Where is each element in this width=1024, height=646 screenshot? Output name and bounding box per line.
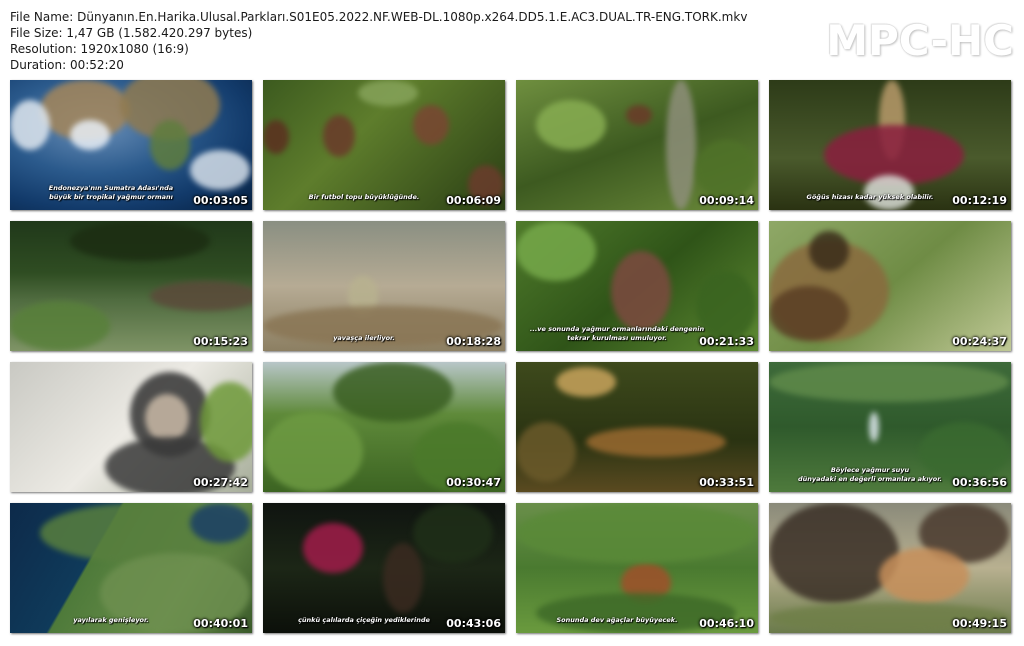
timestamp-label: 00:09:14 (699, 194, 754, 207)
timestamp-label: 00:33:51 (699, 476, 754, 489)
subtitle-text: Göğüs hizası kadar yüksek olabilir. (806, 193, 934, 201)
thumbnail-image (10, 362, 252, 492)
thumbnail-frame: Bir futbol topu büyüklüğünde. 00:06:09 (263, 80, 505, 210)
subtitle-text: Sonunda dev ağaçlar büyüyecek. (556, 616, 678, 624)
timestamp-label: 00:18:28 (446, 335, 501, 348)
thumbnail-frame: yavaşça ilerliyor. 00:18:28 (263, 221, 505, 351)
thumbnail-image (769, 221, 1011, 351)
thumbnail-grid: Endonezya'nın Sumatra Adası'nda büyük bi… (0, 0, 1024, 646)
timestamp-label: 00:49:15 (952, 617, 1007, 630)
thumbnail-image (516, 503, 758, 633)
thumbnail-frame: Sonunda dev ağaçlar büyüyecek. 00:46:10 (516, 503, 758, 633)
thumbnail-image (263, 80, 505, 210)
timestamp-label: 00:27:42 (193, 476, 248, 489)
timestamp-label: 00:15:23 (193, 335, 248, 348)
timestamp-label: 00:43:06 (446, 617, 501, 630)
thumbnail-frame: 00:33:51 (516, 362, 758, 492)
thumbnail-frame: Göğüs hizası kadar yüksek olabilir. 00:12… (769, 80, 1011, 210)
subtitle-text: Endonezya'nın Sumatra Adası'nda büyük bi… (48, 184, 174, 201)
timestamp-label: 00:03:05 (193, 194, 248, 207)
subtitle-text: çünkü çalılarda çiçeğin yediklerinde (298, 616, 430, 624)
subtitle-text: Böylece yağmur suyu dünyadaki en değerli… (797, 466, 943, 483)
thumbnail-frame: Böylece yağmur suyu dünyadaki en değerli… (769, 362, 1011, 492)
thumbnail-frame: 00:30:47 (263, 362, 505, 492)
subtitle-text: ...ve sonunda yağmur ormanlarındaki deng… (529, 325, 705, 342)
timestamp-label: 00:36:56 (952, 476, 1007, 489)
thumbnail-frame: yayılarak genişleyor. 00:40:01 (10, 503, 252, 633)
timestamp-label: 00:24:37 (952, 335, 1007, 348)
thumbnail-frame: 00:09:14 (516, 80, 758, 210)
thumbnail-frame: 00:49:15 (769, 503, 1011, 633)
subtitle-text: yavaşça ilerliyor. (333, 334, 395, 342)
thumbnail-image (516, 362, 758, 492)
timestamp-label: 00:30:47 (446, 476, 501, 489)
timestamp-label: 00:46:10 (699, 617, 754, 630)
thumbnail-frame: çünkü çalılarda çiçeğin yediklerinde 00:4… (263, 503, 505, 633)
thumbnail-image (769, 80, 1011, 210)
thumbnail-image (10, 221, 252, 351)
thumbnail-image (263, 221, 505, 351)
thumbnail-image (263, 362, 505, 492)
subtitle-text: Bir futbol topu büyüklüğünde. (308, 193, 420, 201)
timestamp-label: 00:40:01 (193, 617, 248, 630)
thumbnail-frame: Endonezya'nın Sumatra Adası'nda büyük bi… (10, 80, 252, 210)
subtitle-text: yayılarak genişleyor. (73, 616, 149, 624)
timestamp-label: 00:06:09 (446, 194, 501, 207)
thumbnail-frame: 00:27:42 (10, 362, 252, 492)
thumbnail-image (769, 503, 1011, 633)
timestamp-label: 00:21:33 (699, 335, 754, 348)
thumbnail-frame: 00:15:23 (10, 221, 252, 351)
thumbnail-frame: 00:24:37 (769, 221, 1011, 351)
thumbnail-image (10, 503, 252, 633)
timestamp-label: 00:12:19 (952, 194, 1007, 207)
thumbnail-image (516, 80, 758, 210)
thumbnail-frame: ...ve sonunda yağmur ormanlarındaki deng… (516, 221, 758, 351)
thumbnail-image (263, 503, 505, 633)
